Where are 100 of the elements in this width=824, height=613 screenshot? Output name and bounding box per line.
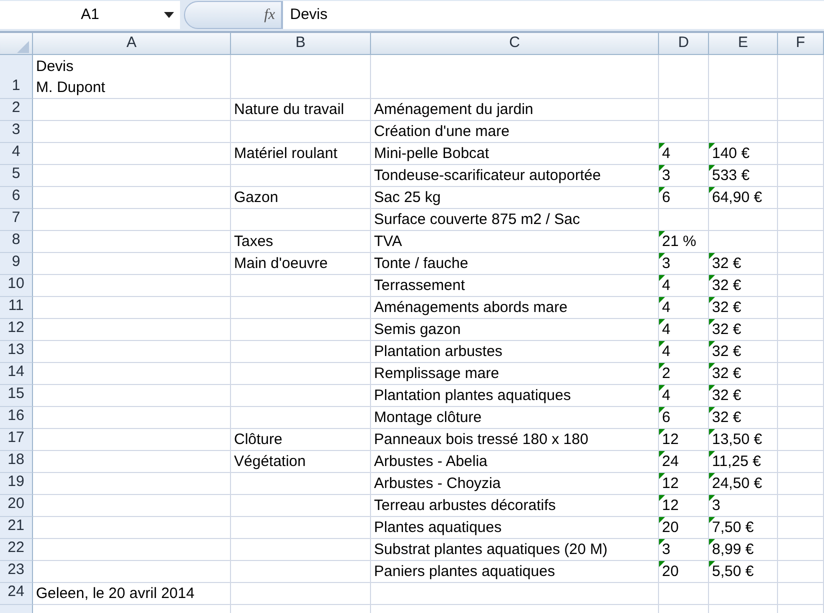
table-cell[interactable]: Devis M. Dupont: [33, 55, 231, 99]
table-cell[interactable]: Arbustes - Abelia: [371, 451, 659, 473]
table-cell[interactable]: [231, 407, 371, 429]
table-cell[interactable]: 24: [659, 451, 709, 473]
table-cell[interactable]: [709, 583, 778, 605]
column-header[interactable]: B: [231, 33, 371, 55]
table-cell[interactable]: 32 €: [709, 385, 778, 407]
row-header[interactable]: 12: [0, 319, 33, 341]
table-cell[interactable]: [778, 99, 824, 121]
table-cell[interactable]: Tondeuse-scarificateur autoportée: [371, 165, 659, 187]
table-cell[interactable]: 12: [659, 473, 709, 495]
table-cell[interactable]: [33, 451, 231, 473]
table-cell[interactable]: [778, 55, 824, 99]
table-cell[interactable]: [33, 165, 231, 187]
table-cell[interactable]: [371, 55, 659, 99]
table-cell[interactable]: [709, 121, 778, 143]
table-cell[interactable]: [231, 319, 371, 341]
table-cell[interactable]: [659, 209, 709, 231]
table-cell[interactable]: 6: [659, 187, 709, 209]
column-header[interactable]: F: [778, 33, 824, 55]
table-cell[interactable]: [709, 231, 778, 253]
table-cell[interactable]: 533 €: [709, 165, 778, 187]
row-header[interactable]: 19: [0, 473, 33, 495]
table-cell[interactable]: 5,50 €: [709, 561, 778, 583]
table-cell[interactable]: [709, 209, 778, 231]
table-cell[interactable]: [231, 341, 371, 363]
table-cell[interactable]: [778, 385, 824, 407]
table-cell[interactable]: 20: [659, 561, 709, 583]
table-cell[interactable]: 20: [659, 517, 709, 539]
table-cell[interactable]: [659, 121, 709, 143]
table-cell[interactable]: Semis gazon: [371, 319, 659, 341]
table-cell[interactable]: [709, 99, 778, 121]
row-header[interactable]: 21: [0, 517, 33, 539]
row-header[interactable]: 17: [0, 429, 33, 451]
table-cell[interactable]: 11,25 €: [709, 451, 778, 473]
table-cell[interactable]: Matériel roulant: [231, 143, 371, 165]
row-header[interactable]: 14: [0, 363, 33, 385]
table-cell[interactable]: 4: [659, 297, 709, 319]
table-cell[interactable]: [33, 121, 231, 143]
column-header[interactable]: E: [709, 33, 778, 55]
table-cell[interactable]: 3: [659, 253, 709, 275]
table-cell[interactable]: Végétation: [231, 451, 371, 473]
table-cell[interactable]: [33, 363, 231, 385]
table-cell[interactable]: [33, 209, 231, 231]
table-cell[interactable]: Nature du travail: [231, 99, 371, 121]
column-header[interactable]: C: [371, 33, 659, 55]
table-cell[interactable]: [33, 99, 231, 121]
table-cell[interactable]: Mini-pelle Bobcat: [371, 143, 659, 165]
table-cell[interactable]: Substrat plantes aquatiques (20 M): [371, 539, 659, 561]
table-cell[interactable]: [231, 275, 371, 297]
table-cell[interactable]: Plantation arbustes: [371, 341, 659, 363]
row-header[interactable]: 1: [0, 55, 33, 99]
table-cell[interactable]: Remplissage mare: [371, 363, 659, 385]
table-cell[interactable]: [33, 517, 231, 539]
table-cell[interactable]: [778, 143, 824, 165]
dropdown-caret-icon[interactable]: [164, 12, 174, 18]
table-cell[interactable]: 64,90 €: [709, 187, 778, 209]
table-cell[interactable]: [778, 187, 824, 209]
table-cell[interactable]: [778, 451, 824, 473]
table-cell[interactable]: Sac 25 kg: [371, 187, 659, 209]
table-cell[interactable]: [231, 165, 371, 187]
row-header[interactable]: 15: [0, 385, 33, 407]
table-cell[interactable]: [231, 583, 371, 605]
row-header[interactable]: 22: [0, 539, 33, 561]
table-cell[interactable]: [709, 55, 778, 99]
row-header[interactable]: 4: [0, 143, 33, 165]
column-header[interactable]: D: [659, 33, 709, 55]
table-cell[interactable]: Geleen, le 20 avril 2014: [33, 583, 231, 605]
table-cell[interactable]: 4: [659, 385, 709, 407]
table-cell[interactable]: [659, 583, 709, 605]
table-cell[interactable]: Plantation plantes aquatiques: [371, 385, 659, 407]
table-cell[interactable]: Gazon: [231, 187, 371, 209]
table-cell[interactable]: [778, 561, 824, 583]
row-header[interactable]: 5: [0, 165, 33, 187]
table-cell[interactable]: [33, 187, 231, 209]
table-cell[interactable]: [778, 583, 824, 605]
table-cell[interactable]: [778, 495, 824, 517]
select-all-button[interactable]: [0, 33, 33, 55]
table-cell[interactable]: [231, 209, 371, 231]
table-cell[interactable]: Aménagement du jardin: [371, 99, 659, 121]
table-cell[interactable]: [33, 561, 231, 583]
table-cell[interactable]: [231, 473, 371, 495]
table-cell[interactable]: 6: [659, 407, 709, 429]
table-cell[interactable]: [778, 407, 824, 429]
table-cell[interactable]: Montage clôture: [371, 407, 659, 429]
table-cell[interactable]: 32 €: [709, 363, 778, 385]
table-cell[interactable]: [33, 539, 231, 561]
table-cell[interactable]: [33, 143, 231, 165]
table-cell[interactable]: 32 €: [709, 275, 778, 297]
table-cell[interactable]: [231, 517, 371, 539]
table-cell[interactable]: [778, 121, 824, 143]
row-header[interactable]: 8: [0, 231, 33, 253]
table-cell[interactable]: 32 €: [709, 253, 778, 275]
table-cell[interactable]: [778, 363, 824, 385]
table-cell[interactable]: [231, 297, 371, 319]
table-cell[interactable]: [33, 495, 231, 517]
table-cell[interactable]: [231, 363, 371, 385]
table-cell[interactable]: 4: [659, 319, 709, 341]
table-cell[interactable]: [659, 99, 709, 121]
table-cell[interactable]: 32 €: [709, 319, 778, 341]
